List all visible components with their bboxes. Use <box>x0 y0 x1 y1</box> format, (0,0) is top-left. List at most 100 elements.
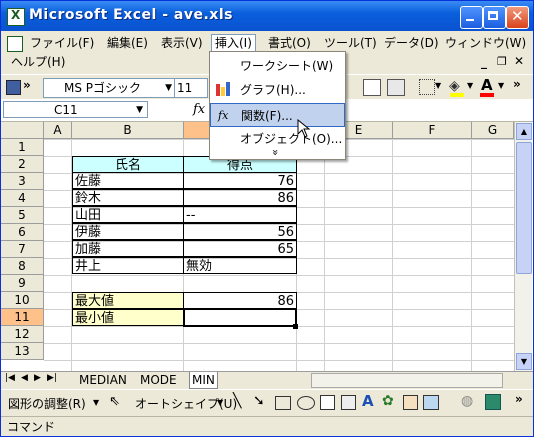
doc-minimize-icon[interactable]: _ <box>481 55 487 69</box>
row-header-2[interactable]: 2 <box>1 156 44 173</box>
shadow-icon[interactable]: ◍ <box>461 393 473 409</box>
last-sheet-icon[interactable]: ▶| <box>47 373 57 383</box>
merge-center-icon[interactable] <box>363 79 381 96</box>
column-header-f[interactable]: F <box>393 122 472 139</box>
diagram-icon[interactable]: ✿ <box>382 393 394 409</box>
row-header-5[interactable]: 5 <box>1 207 44 224</box>
excel-app-icon[interactable] <box>7 8 25 26</box>
fill-handle[interactable] <box>293 324 298 329</box>
menu-view[interactable]: 表示(V) <box>158 35 206 52</box>
column-header-g[interactable]: G <box>472 122 514 139</box>
line-icon[interactable]: ╲ <box>233 393 241 409</box>
minimize-button[interactable] <box>460 6 483 29</box>
borders-icon[interactable] <box>419 79 435 95</box>
cell-b10[interactable]: 最大値 <box>72 292 184 309</box>
clipart-icon[interactable] <box>403 395 418 410</box>
currency-icon[interactable] <box>387 79 405 96</box>
menu-help[interactable]: ヘルプ(H) <box>8 54 68 71</box>
arrow-icon[interactable]: ➘ <box>253 393 265 409</box>
cell-b11[interactable]: 最小値 <box>72 309 184 326</box>
cell-c10[interactable]: 86 <box>183 292 297 309</box>
cell-c8[interactable]: 無効 <box>183 257 297 274</box>
3d-style-icon[interactable] <box>485 394 501 410</box>
textbox-icon[interactable] <box>320 395 335 410</box>
menu-item-worksheet[interactable]: ワークシート(W) <box>210 54 345 78</box>
scroll-down-icon[interactable]: ▼ <box>516 353 532 370</box>
cell-c5[interactable]: -- <box>183 206 297 223</box>
cell-b6[interactable]: 伊藤 <box>72 223 184 240</box>
first-sheet-icon[interactable]: |◀ <box>5 373 15 383</box>
oval-icon[interactable] <box>297 396 315 410</box>
font-size-box[interactable]: 11 <box>174 78 208 98</box>
horizontal-scrollbar[interactable] <box>311 373 503 388</box>
row-header-3[interactable]: 3 <box>1 173 44 190</box>
chevron-down-icon[interactable]: ▼ <box>165 79 172 97</box>
menu-file[interactable]: ファイル(F) <box>27 35 97 52</box>
row-header-11[interactable]: 11 <box>1 309 44 326</box>
fill-dropdown-icon[interactable]: ▼ <box>467 81 473 90</box>
save-icon[interactable] <box>6 80 21 95</box>
draw-menu[interactable]: 図形の調整(R) <box>8 395 86 412</box>
cell-c7[interactable]: 65 <box>183 240 297 257</box>
menu-format[interactable]: 書式(O) <box>265 35 314 52</box>
row-header-9[interactable]: 9 <box>1 275 44 292</box>
fill-color-icon[interactable]: ◈ <box>449 78 460 94</box>
tab-median[interactable]: MEDIAN <box>77 372 129 388</box>
name-box[interactable]: C11 ▼ <box>3 101 148 118</box>
vertical-textbox-icon[interactable] <box>341 395 356 410</box>
wordart-icon[interactable]: A <box>362 392 374 410</box>
menu-edit[interactable]: 編集(E) <box>104 35 151 52</box>
cell-c4[interactable]: 86 <box>183 189 297 206</box>
cell-b5[interactable]: 山田 <box>72 206 184 223</box>
cell-c11-active[interactable] <box>183 308 297 327</box>
row-header-12[interactable]: 12 <box>1 326 44 343</box>
picture-icon[interactable] <box>423 395 439 410</box>
expand-menu-icon[interactable]: » <box>269 149 282 156</box>
row-header-6[interactable]: 6 <box>1 224 44 241</box>
tab-mode[interactable]: MODE <box>138 372 179 388</box>
workbook-icon[interactable] <box>7 36 23 52</box>
select-all-corner[interactable] <box>1 122 44 139</box>
draw-dropdown-icon[interactable]: ▼ <box>93 398 99 407</box>
name-box-dropdown-icon[interactable]: ▼ <box>136 102 143 119</box>
menu-tools[interactable]: ツール(T) <box>321 35 380 52</box>
borders-dropdown-icon[interactable]: ▼ <box>435 81 441 90</box>
prev-sheet-icon[interactable]: ◀ <box>21 373 28 383</box>
cell-c3[interactable]: 76 <box>183 172 297 189</box>
vertical-scrollbar[interactable]: ▲ ▼ <box>514 122 532 371</box>
doc-restore-icon[interactable]: ❐ <box>497 55 507 68</box>
row-header-8[interactable]: 8 <box>1 258 44 275</box>
column-header-b[interactable]: B <box>72 122 184 139</box>
cell-b4[interactable]: 鈴木 <box>72 189 184 206</box>
row-header-1[interactable]: 1 <box>1 139 44 156</box>
close-button[interactable]: ✕ <box>506 6 529 29</box>
menu-item-object[interactable]: オブジェクト(O)... <box>210 127 345 151</box>
toolbar-more-icon[interactable]: » <box>513 77 521 91</box>
cell-b3[interactable]: 佐藤 <box>72 172 184 189</box>
row-header-13[interactable]: 13 <box>1 343 44 360</box>
menu-item-function[interactable]: fx 関数(F)... <box>210 103 345 127</box>
column-header-a[interactable]: A <box>44 122 72 139</box>
row-header-4[interactable]: 4 <box>1 190 44 207</box>
cell-c6[interactable]: 56 <box>183 223 297 240</box>
cell-b8[interactable]: 井上 <box>72 257 184 274</box>
row-header-7[interactable]: 7 <box>1 241 44 258</box>
rectangle-icon[interactable] <box>275 396 291 410</box>
insert-function-icon[interactable]: fx <box>193 102 205 117</box>
scroll-up-icon[interactable]: ▲ <box>516 123 532 140</box>
doc-close-icon[interactable]: ✕ <box>514 54 524 68</box>
menu-window[interactable]: ウィンドウ(W) <box>442 35 529 52</box>
select-objects-icon[interactable]: ⇖ <box>109 394 120 409</box>
autoshapes-dropdown-icon[interactable]: ▼ <box>217 398 223 407</box>
drawing-more-icon[interactable]: » <box>515 392 523 406</box>
toolbar-chevron-icon[interactable]: » <box>23 78 31 92</box>
row-header-10[interactable]: 10 <box>1 292 44 309</box>
cell-b2[interactable]: 氏名 <box>72 156 184 173</box>
menu-item-chart[interactable]: グラフ(H)... <box>210 78 345 102</box>
maximize-button[interactable] <box>483 6 506 29</box>
font-color-icon[interactable]: A <box>481 76 493 94</box>
menu-data[interactable]: データ(D) <box>381 35 442 52</box>
tab-min[interactable]: MIN <box>189 372 218 389</box>
font-color-dropdown-icon[interactable]: ▼ <box>498 81 504 90</box>
cell-b7[interactable]: 加藤 <box>72 240 184 257</box>
